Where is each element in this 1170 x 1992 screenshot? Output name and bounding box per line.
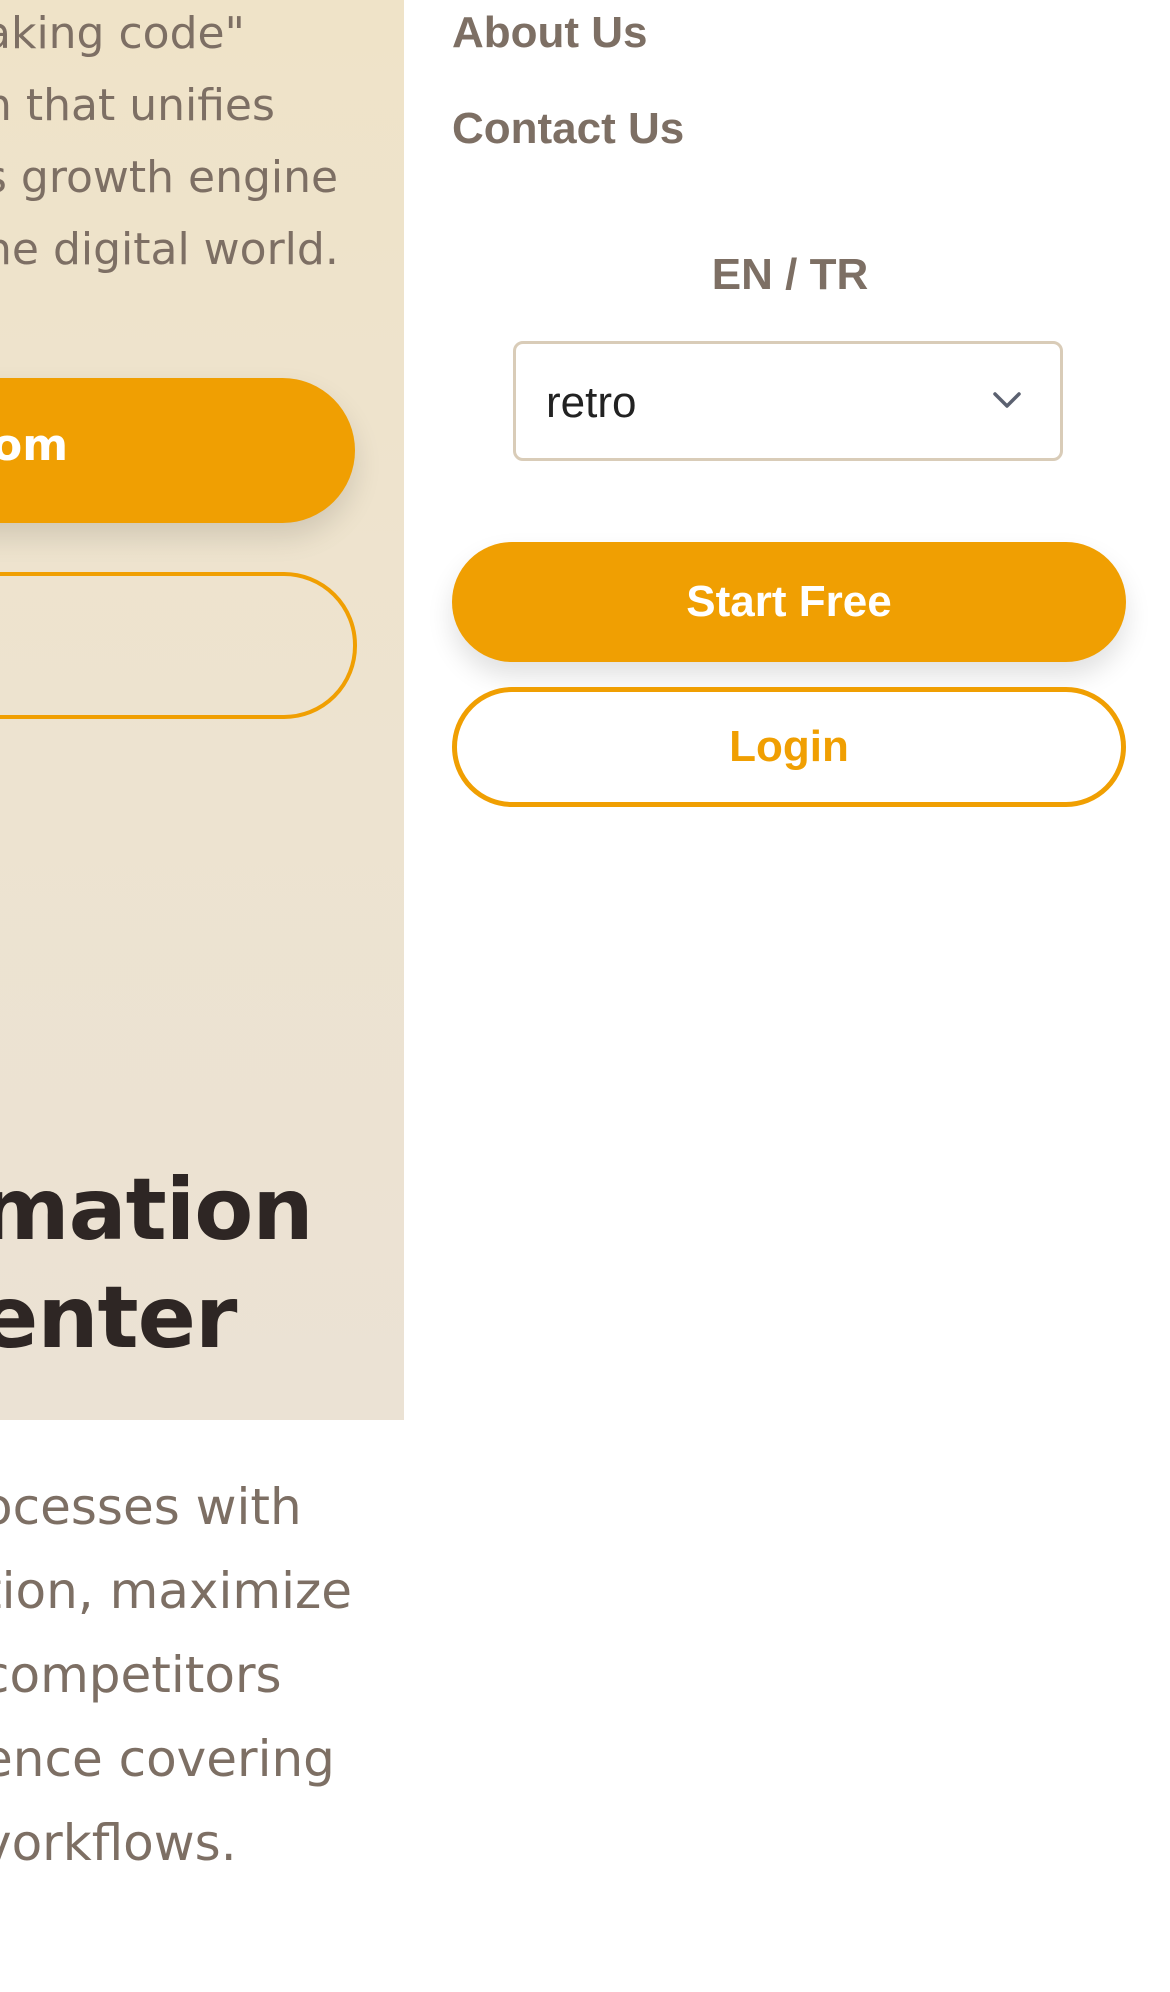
- hero-paragraph-line-3: s growth engine: [0, 152, 339, 203]
- section-body-line-4: ence covering: [0, 1730, 335, 1788]
- hero-paragraph-line-2: n that unifies: [0, 80, 275, 131]
- menu-item-about-us[interactable]: About Us: [452, 8, 648, 58]
- page: aking code" n that unifies s growth engi…: [0, 0, 1170, 1992]
- menu-item-contact-us[interactable]: Contact Us: [452, 104, 684, 154]
- hero-primary-button-label: om: [0, 420, 69, 471]
- start-free-button[interactable]: Start Free: [452, 542, 1126, 662]
- section-body-line-3: competitors: [0, 1646, 282, 1704]
- section-body-line-1: ocesses with: [0, 1478, 302, 1536]
- hero-secondary-button[interactable]: [0, 572, 357, 719]
- section-body-line-5: vorkflows.: [0, 1814, 237, 1872]
- hero-paragraph-line-1: aking code": [0, 8, 245, 59]
- theme-select-value: retro: [546, 378, 637, 427]
- login-button[interactable]: Login: [452, 687, 1126, 807]
- section-body-line-2: tion, maximize: [0, 1562, 352, 1620]
- chevron-down-icon: [993, 392, 1021, 408]
- section-heading-line-1: mation: [0, 1160, 314, 1260]
- section-heading-line-2: enter: [0, 1268, 237, 1368]
- hero-paragraph-line-4: he digital world.: [0, 224, 339, 275]
- language-switch[interactable]: EN / TR: [620, 250, 960, 300]
- theme-select[interactable]: retro: [513, 341, 1063, 461]
